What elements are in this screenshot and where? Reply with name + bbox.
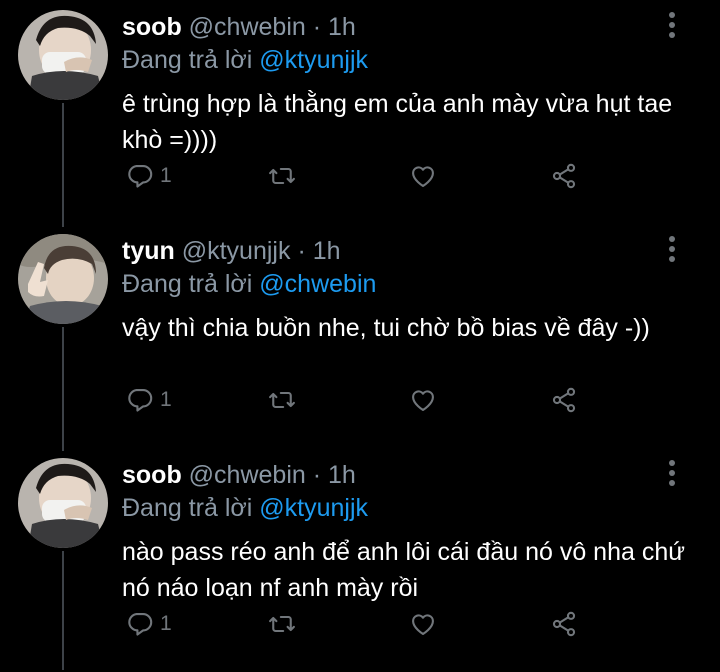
like-icon <box>412 166 434 187</box>
tweet-header: tyun @ktyunjjk · 1h <box>122 236 341 266</box>
tweet[interactable]: soob @chwebin · 1h Đang trả lời @ktyunjj… <box>0 0 720 224</box>
reply-to-handle[interactable]: @chwebin <box>259 270 376 298</box>
like-icon <box>412 390 434 411</box>
user-handle[interactable]: @chwebin <box>189 461 306 489</box>
like-button[interactable] <box>409 608 437 640</box>
like-icon <box>412 614 434 635</box>
reply-prefix: Đang trả lời <box>122 494 253 522</box>
timestamp[interactable]: 1h <box>328 13 356 41</box>
retweet-button[interactable] <box>268 384 296 416</box>
reply-to-handle[interactable]: @ktyunjjk <box>259 494 368 522</box>
share-button[interactable] <box>550 384 578 416</box>
more-icon[interactable] <box>660 8 684 42</box>
reply-prefix: Đang trả lời <box>122 46 253 74</box>
tweet-text: vậy thì chia buồn nhe, tui chờ bồ bias v… <box>122 314 650 342</box>
share-button[interactable] <box>550 608 578 640</box>
share-icon <box>552 163 576 189</box>
tweet-text: nào pass réo anh để anh lôi cái đầu nó v… <box>122 538 685 602</box>
user-handle[interactable]: @ktyunjjk <box>182 237 291 265</box>
reply-icon <box>128 165 153 188</box>
timestamp[interactable]: 1h <box>328 461 356 489</box>
reply-count: 1 <box>160 388 172 411</box>
retweet-icon <box>269 167 295 185</box>
share-icon <box>552 387 576 413</box>
separator: · <box>312 461 322 489</box>
share-icon <box>552 611 576 637</box>
action-bar: 1 <box>122 160 592 192</box>
tweet[interactable]: soob @chwebin · 1h Đang trả lời @ktyunjj… <box>0 448 720 672</box>
tweet-header: soob @chwebin · 1h <box>122 460 356 490</box>
retweet-button[interactable] <box>268 160 296 192</box>
retweet-icon <box>269 391 295 409</box>
timestamp[interactable]: 1h <box>313 237 341 265</box>
user-handle[interactable]: @chwebin <box>189 13 306 41</box>
reply-count: 1 <box>160 164 172 187</box>
reply-to-handle[interactable]: @ktyunjjk <box>259 46 368 74</box>
reply-button[interactable]: 1 <box>126 608 172 640</box>
tweet-text: ê trùng hợp là thằng em của anh mày vừa … <box>122 90 673 154</box>
reply-icon <box>128 613 153 636</box>
avatar[interactable] <box>18 234 108 324</box>
reply-prefix: Đang trả lời <box>122 270 253 298</box>
display-name[interactable]: soob <box>122 461 182 489</box>
reply-context: Đang trả lời @ktyunjjk <box>122 493 368 523</box>
retweet-button[interactable] <box>268 608 296 640</box>
like-button[interactable] <box>409 160 437 192</box>
action-bar: 1 <box>122 384 592 416</box>
separator: · <box>297 237 306 265</box>
share-button[interactable] <box>550 160 578 192</box>
reply-icon <box>128 389 153 412</box>
more-icon[interactable] <box>660 232 684 266</box>
reply-context: Đang trả lời @ktyunjjk <box>122 45 368 75</box>
reply-button[interactable]: 1 <box>126 384 172 416</box>
reply-count: 1 <box>160 612 172 635</box>
avatar[interactable] <box>18 10 108 100</box>
reply-context: Đang trả lời @chwebin <box>122 269 376 299</box>
avatar[interactable] <box>18 458 108 548</box>
more-icon[interactable] <box>660 456 684 490</box>
separator: · <box>312 13 322 41</box>
display-name[interactable]: tyun <box>122 237 175 265</box>
tweet-header: soob @chwebin · 1h <box>122 12 356 42</box>
reply-button[interactable]: 1 <box>126 160 172 192</box>
action-bar: 1 <box>122 608 592 640</box>
like-button[interactable] <box>409 384 437 416</box>
tweet[interactable]: tyun @ktyunjjk · 1h Đang trả lời @chwebi… <box>0 224 720 448</box>
display-name[interactable]: soob <box>122 13 182 41</box>
retweet-icon <box>269 615 295 633</box>
